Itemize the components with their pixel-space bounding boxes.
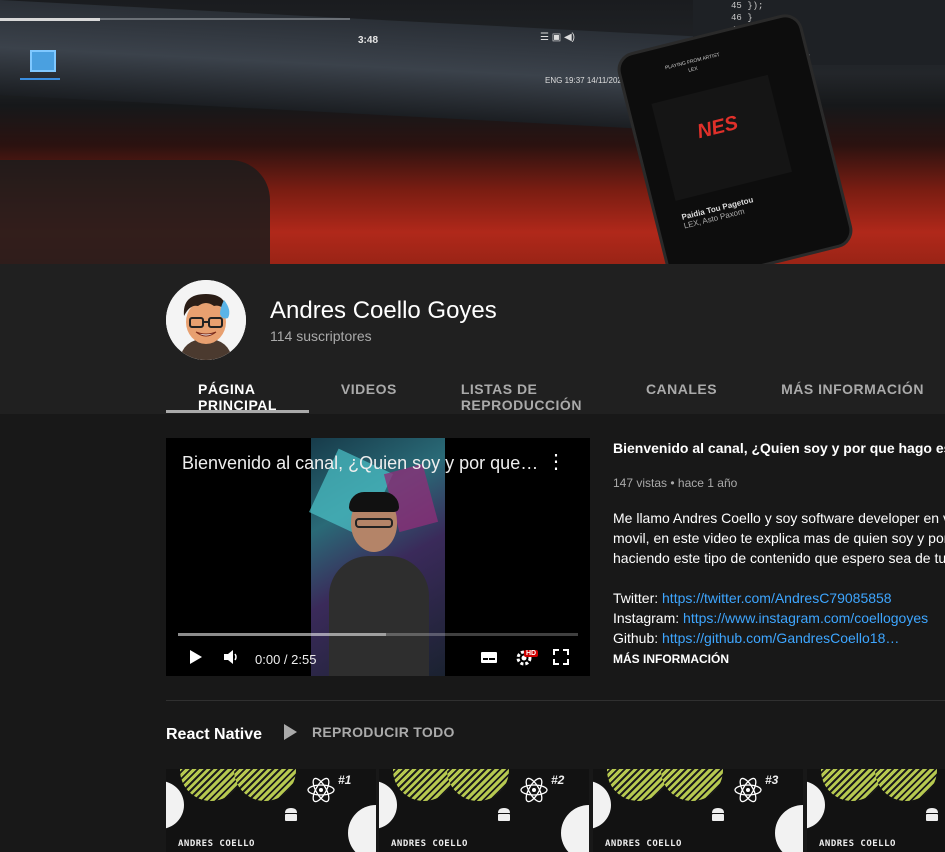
tab-channels[interactable]: CANALES bbox=[614, 366, 749, 413]
thumb-number: #2 bbox=[551, 773, 565, 787]
thumb-pattern-circle bbox=[447, 769, 509, 801]
thumb-pattern-circle bbox=[234, 769, 296, 801]
link-label: Twitter: bbox=[613, 590, 663, 606]
tab-videos[interactable]: VIDEOS bbox=[309, 366, 429, 413]
react-logo-icon bbox=[307, 777, 335, 803]
featured-video-info: Bienvenido al canal, ¿Quien soy y por qu… bbox=[613, 438, 945, 678]
featured-video-player[interactable]: Bienvenido al canal, ¿Quien soy y por qu… bbox=[166, 438, 590, 676]
thumb-pattern-circle bbox=[821, 769, 883, 801]
video-thumbnail[interactable]: #1 ANDRES COELLO bbox=[166, 769, 376, 852]
upload-age: hace 1 año bbox=[677, 476, 738, 490]
shelf-title[interactable]: React Native bbox=[166, 726, 262, 744]
banner-tray-icons: ☰ ▣ ◀) bbox=[540, 32, 575, 43]
play-all-button[interactable]: REPRODUCIR TODO bbox=[284, 724, 455, 740]
twitter-link[interactable]: https://twitter.com/AndresC79085858 bbox=[662, 590, 892, 606]
channel-banner: 3:48 ☰ ▣ ◀) ENG 19:37 14/11/2020 45 }); … bbox=[0, 0, 945, 264]
code-line: 45 }); bbox=[731, 1, 764, 11]
android-icon bbox=[498, 808, 510, 821]
thumb-pattern-circle bbox=[875, 769, 937, 801]
person-hair bbox=[349, 492, 399, 512]
description-links: Twitter: https://twitter.com/AndresC7908… bbox=[613, 588, 928, 648]
thumb-white-circle bbox=[593, 781, 611, 829]
video-person bbox=[329, 492, 429, 676]
banner-player-time: 3:48 bbox=[358, 35, 379, 46]
play-all-icon bbox=[284, 724, 297, 740]
thumb-white-circle bbox=[807, 781, 825, 829]
thumb-author: ANDRES COELLO bbox=[605, 839, 682, 849]
thumb-author: ANDRES COELLO bbox=[819, 839, 896, 849]
video-meta: 147 vistas • hace 1 año bbox=[613, 476, 737, 490]
tab-home[interactable]: PÁGINA PRINCIPAL bbox=[166, 366, 309, 413]
player-title[interactable]: Bienvenido al canal, ¿Quien soy y por qu… bbox=[182, 453, 542, 474]
thumb-author: ANDRES COELLO bbox=[178, 839, 255, 849]
thumb-pattern-circle bbox=[661, 769, 723, 801]
view-count: 147 vistas bbox=[613, 476, 668, 490]
thumb-white-circle bbox=[561, 805, 589, 852]
avatar-cartoon-icon bbox=[166, 280, 246, 360]
description-line: Me llamo Andres Coello y soy software de… bbox=[613, 510, 945, 526]
react-logo-icon bbox=[520, 777, 548, 803]
volume-icon[interactable] bbox=[222, 648, 240, 671]
banner-system-tray: ENG 19:37 14/11/2020 bbox=[545, 76, 626, 85]
phone-song-title: Paidia Tou Pagetou LEX, Asto Paxom bbox=[681, 195, 757, 230]
thumb-white-circle bbox=[775, 805, 803, 852]
react-logo-icon bbox=[734, 777, 762, 803]
subtitles-icon[interactable] bbox=[480, 648, 498, 671]
person-body bbox=[329, 556, 429, 676]
tab-playlists[interactable]: LISTAS DE REPRODUCCIÓN bbox=[429, 366, 614, 413]
thumb-number: #1 bbox=[338, 773, 352, 787]
thumb-pattern-circle bbox=[393, 769, 455, 801]
video-thumbnail[interactable]: #2 ANDRES COELLO bbox=[379, 769, 589, 852]
more-info-button[interactable]: MÁS INFORMACIÓN bbox=[613, 652, 729, 666]
play-all-label: REPRODUCIR TODO bbox=[312, 724, 455, 740]
description-line: movil, en este video te explica mas de q… bbox=[613, 530, 945, 546]
android-icon bbox=[712, 808, 724, 821]
instagram-link[interactable]: https://www.instagram.com/coellogoyes bbox=[683, 610, 928, 626]
channel-tabs: PÁGINA PRINCIPAL VIDEOS LISTAS DE REPROD… bbox=[166, 366, 945, 414]
thumb-white-circle bbox=[379, 781, 397, 829]
banner-tray-time: 19:37 bbox=[564, 76, 585, 85]
link-label: Github: bbox=[613, 630, 663, 646]
banner-taskbar-indicator bbox=[20, 78, 60, 80]
channel-avatar[interactable] bbox=[166, 280, 246, 360]
thumb-author: ANDRES COELLO bbox=[391, 839, 468, 849]
thumb-white-circle bbox=[166, 781, 184, 829]
banner-desk-object bbox=[0, 160, 270, 264]
android-icon bbox=[926, 808, 938, 821]
banner-progress-fill bbox=[0, 18, 100, 21]
shelf-thumbnails: #1 ANDRES COELLO #2 ANDRES COELLO #3 AND… bbox=[166, 769, 945, 852]
featured-video-title[interactable]: Bienvenido al canal, ¿Quien soy y por qu… bbox=[613, 440, 945, 456]
more-vert-icon[interactable]: ⋮ bbox=[546, 452, 566, 472]
fullscreen-icon[interactable] bbox=[552, 648, 570, 671]
github-link[interactable]: https://github.com/GandresCoello18… bbox=[662, 630, 899, 646]
section-divider bbox=[166, 700, 945, 701]
link-label: Instagram: bbox=[613, 610, 684, 626]
android-icon bbox=[285, 808, 297, 821]
player-buffer-fill bbox=[178, 633, 386, 636]
thumb-white-circle bbox=[348, 805, 376, 852]
subscriber-count: 114 suscriptores bbox=[270, 328, 372, 344]
meta-separator: • bbox=[670, 476, 675, 490]
video-thumbnail[interactable]: ANDRES COELLO bbox=[807, 769, 945, 852]
banner-tray-lang: ENG bbox=[545, 76, 563, 85]
player-progress-bar[interactable] bbox=[178, 633, 578, 636]
person-glasses bbox=[355, 518, 393, 528]
thumb-pattern-circle bbox=[607, 769, 669, 801]
thumb-number: #3 bbox=[765, 773, 779, 787]
video-description: Me llamo Andres Coello y soy software de… bbox=[613, 508, 945, 568]
video-thumbnail[interactable]: #3 ANDRES COELLO bbox=[593, 769, 803, 852]
play-icon[interactable] bbox=[188, 648, 204, 671]
banner-app-icon bbox=[30, 50, 56, 72]
description-line: haciendo este tipo de contenido que espe… bbox=[613, 550, 945, 566]
hd-badge: HD bbox=[524, 650, 539, 657]
player-time: 0:00 / 2:55 bbox=[255, 652, 317, 667]
thumb-pattern-circle bbox=[180, 769, 242, 801]
phone-sub: LEX bbox=[687, 65, 699, 74]
tab-about[interactable]: MÁS INFORMACIÓN bbox=[749, 366, 945, 413]
channel-name: Andres Coello Goyes bbox=[270, 297, 497, 324]
